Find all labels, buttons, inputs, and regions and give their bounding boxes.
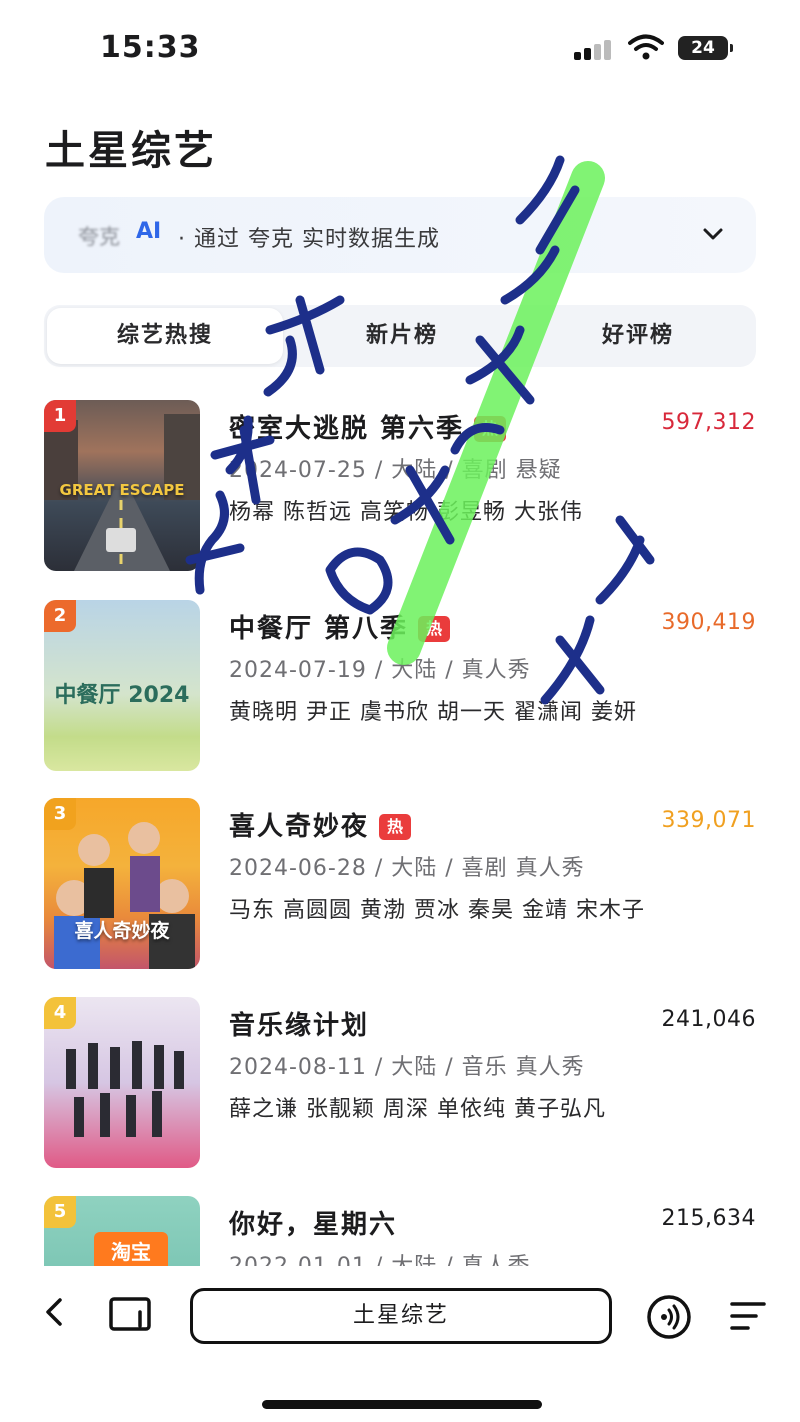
ai-brand-label: 夸克 [78,225,120,249]
show-title: 密室大逃脱 第六季热 [229,408,507,445]
battery-icon: 24 [678,36,733,60]
show-meta: 2024-07-25 / 大陆 / 喜剧 悬疑 [229,458,562,483]
menu-icon[interactable] [728,1300,766,1332]
hot-badge: 热 [418,616,451,642]
ai-summary-bar[interactable]: 夸克 AI · 通过 夸克 实时数据生成 [44,197,756,273]
poster-image: 1 GREAT ESCAPE [44,400,200,571]
show-title-text: 喜人奇妙夜 [229,812,370,842]
show-meta: 2024-07-19 / 大陆 / 真人秀 [229,658,531,683]
address-bar[interactable]: 土星综艺 [190,1288,612,1344]
show-cast: 杨幂 陈哲远 高笑畅 彭昱畅 大张伟 [229,500,583,525]
show-meta: 2024-08-11 / 大陆 / 音乐 真人秀 [229,1055,585,1080]
ai-description: · 通过 夸克 实时数据生成 [178,227,440,252]
list-item[interactable]: 1 GREAT ESCAPE 密室大逃脱 第六季热 597,312 2024-0… [0,400,800,574]
rank-badge: 4 [44,997,76,1029]
show-cast: 薛之谦 张靓颖 周深 单依纯 黄子弘凡 [229,1097,606,1122]
heat-score: 339,071 [661,808,756,833]
heat-score: 597,312 [661,410,756,435]
tab-top-rated[interactable]: 好评榜 [520,305,756,367]
show-title: 喜人奇妙夜热 [229,806,412,843]
poster-title: 淘宝 [94,1232,168,1266]
poster-title: GREAT ESCAPE [59,481,185,499]
browser-toolbar: 土星综艺 [0,1266,800,1422]
cellular-signal-icon [574,40,614,60]
show-title-text: 中餐厅 第八季 [229,614,409,644]
tab-variety-hot[interactable]: 综艺热搜 [47,308,283,364]
tabs-icon[interactable] [108,1296,152,1332]
home-indicator [262,1400,542,1409]
show-meta: 2024-06-28 / 大陆 / 喜剧 真人秀 [229,856,585,881]
show-cast: 马东 高圆圆 黄渤 贾冰 秦昊 金靖 宋木子 [229,898,645,923]
list-item[interactable]: 4 音乐缘计划 241,046 2024-08-11 / 大陆 / 音乐 真人秀… [0,997,800,1171]
hot-badge: 热 [379,814,412,840]
hot-badge: 热 [474,416,507,442]
status-time: 15:33 [100,30,201,65]
heat-score: 215,634 [661,1206,756,1231]
poster-image: 5 淘宝 [44,1196,200,1266]
status-bar: 15:33 24 [0,0,800,96]
ranking-tabs: 综艺热搜 新片榜 好评榜 [44,305,756,367]
poster-title: 喜人奇妙夜 [74,920,170,942]
voice-icon[interactable] [646,1294,692,1340]
rank-badge: 2 [44,600,76,632]
poster-image: 4 [44,997,200,1168]
chevron-down-icon[interactable] [702,223,724,245]
show-cast: 黄晓明 尹正 虞书欣 胡一天 翟潇闻 姜妍 [229,700,637,725]
list-item[interactable]: 2 中餐厅 2024 中餐厅 第八季热 390,419 2024-07-19 /… [0,600,800,774]
show-title-text: 密室大逃脱 第六季 [229,414,465,444]
list-item[interactable]: 3 喜人奇妙夜 喜人奇妙夜热 339,071 2024-06-28 / 大陆 /… [0,798,800,972]
ai-label: AI [136,219,162,244]
show-title: 中餐厅 第八季热 [229,608,451,645]
heat-score: 241,046 [661,1007,756,1032]
show-title: 音乐缘计划 [229,1011,370,1041]
tab-new-releases[interactable]: 新片榜 [284,305,520,367]
page-title: 土星综艺 [45,128,217,174]
ranking-list: 1 GREAT ESCAPE 密室大逃脱 第六季热 597,312 2024-0… [0,400,800,1266]
poster-title: 中餐厅 2024 [54,683,190,708]
rank-badge: 5 [44,1196,76,1228]
chevron-left-icon[interactable] [40,1296,68,1328]
show-title: 你好，星期六 [229,1210,398,1240]
rank-badge: 1 [44,400,76,432]
list-item[interactable]: 5 淘宝 你好，星期六 215,634 2022-01-01 / 大陆 / 真人… [0,1196,800,1266]
poster-image: 2 中餐厅 2024 [44,600,200,771]
poster-image: 3 喜人奇妙夜 [44,798,200,969]
show-meta: 2022-01-01 / 大陆 / 真人秀 [229,1248,531,1266]
rank-badge: 3 [44,798,76,830]
wifi-icon [628,34,664,60]
heat-score: 390,419 [661,610,756,635]
